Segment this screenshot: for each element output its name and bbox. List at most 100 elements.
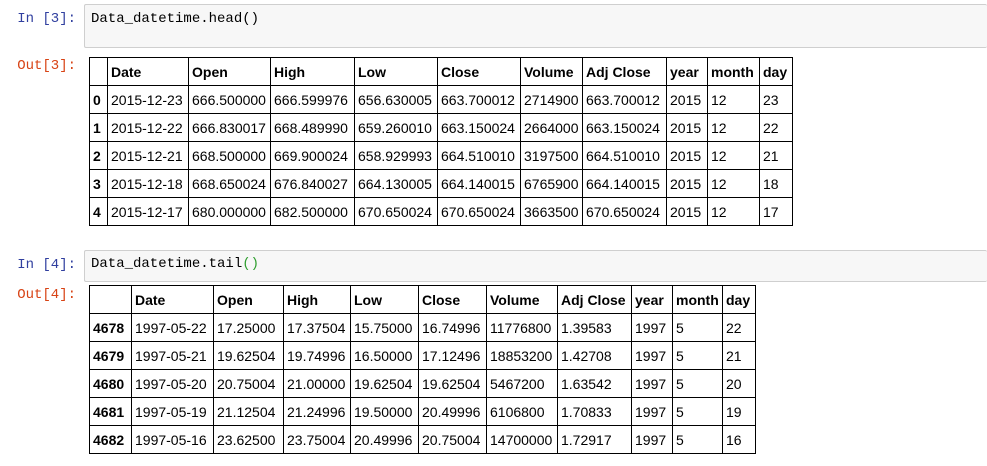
table-cell: 12	[707, 113, 760, 142]
table-cell: 670.650024	[437, 197, 521, 226]
table-row: 3 2015-12-18 668.650024 676.840027 664.1…	[89, 169, 793, 198]
column-header: High	[270, 57, 355, 86]
table-cell: 22	[722, 313, 756, 342]
table-cell: 18853200	[486, 341, 558, 370]
table-cell: 668.489990	[270, 113, 355, 142]
table-row: 4679 1997-05-21 19.62504 19.74996 16.500…	[89, 341, 756, 370]
table-cell: 16.74996	[418, 313, 487, 342]
code-object: Data_datetime	[91, 11, 201, 27]
table-cell: 23.62500	[213, 425, 284, 454]
row-index: 1	[89, 113, 108, 142]
table-cell: 1.39583	[557, 313, 632, 342]
table-cell: 21.24996	[283, 397, 351, 426]
table-cell: 15.75000	[350, 313, 419, 342]
table-row: 4681 1997-05-19 21.12504 21.24996 19.500…	[89, 397, 756, 426]
column-header: Volume	[520, 57, 583, 86]
column-header: Volume	[486, 285, 558, 314]
table-cell: 5	[672, 369, 723, 398]
table-cell: 1.42708	[557, 341, 632, 370]
table-cell: 14700000	[486, 425, 558, 454]
table-row: 4682 1997-05-16 23.62500 23.75004 20.499…	[89, 425, 756, 454]
table-cell: 676.840027	[270, 169, 355, 198]
table-cell: 664.140015	[582, 169, 667, 198]
table-cell: 668.650024	[188, 169, 271, 198]
table-cell: 16	[722, 425, 756, 454]
code-cell-3[interactable]: Data_datetime.head()	[84, 4, 987, 48]
table-cell: 19.50000	[350, 397, 419, 426]
row-index: 4678	[89, 313, 132, 342]
table-cell: 12	[707, 169, 760, 198]
table-cell: 19.74996	[283, 341, 351, 370]
table-cell: 3197500	[520, 141, 583, 170]
table-cell: 11776800	[486, 313, 558, 342]
table-cell: 670.650024	[354, 197, 438, 226]
output-prompt-3: Out[3]:	[17, 58, 76, 74]
column-header	[89, 285, 132, 314]
input-prompt-3: In [3]:	[17, 11, 76, 27]
table-cell: 663.150024	[437, 113, 521, 142]
column-header: Close	[418, 285, 487, 314]
table-cell: 680.000000	[188, 197, 271, 226]
table-cell: 21.00000	[283, 369, 351, 398]
table-cell: 1997-05-22	[131, 313, 214, 342]
table-cell: 664.510010	[437, 141, 521, 170]
table-cell: 20	[722, 369, 756, 398]
code-parens-highlighted: ()	[242, 256, 260, 272]
output-prompt-4: Out[4]:	[17, 287, 76, 303]
table-cell: 12	[707, 85, 760, 114]
table-cell: 20.75004	[418, 425, 487, 454]
table-cell: 664.510010	[582, 141, 667, 170]
table-cell: 2015-12-17	[107, 197, 189, 226]
table-cell: 2015	[666, 197, 708, 226]
code-object: Data_datetime	[91, 256, 201, 272]
table-cell: 19	[722, 397, 756, 426]
table-cell: 1997-05-20	[131, 369, 214, 398]
table-cell: 682.500000	[270, 197, 355, 226]
table-cell: 1997	[631, 313, 673, 342]
code-cell-4[interactable]: Data_datetime.tail()	[84, 250, 987, 282]
table-cell: 19.62504	[418, 369, 487, 398]
code-method: .head	[200, 11, 243, 27]
column-header	[89, 57, 108, 86]
column-header: Close	[437, 57, 521, 86]
table-cell: 2015-12-21	[107, 141, 189, 170]
table-cell: 663.700012	[582, 85, 667, 114]
column-header: Low	[354, 57, 438, 86]
table-cell: 2015	[666, 85, 708, 114]
table-cell: 666.599976	[270, 85, 355, 114]
table-cell: 2015-12-18	[107, 169, 189, 198]
column-header: Open	[188, 57, 271, 86]
table-cell: 23.75004	[283, 425, 351, 454]
table-row: 0 2015-12-23 666.500000 666.599976 656.6…	[89, 85, 793, 114]
table-cell: 5467200	[486, 369, 558, 398]
table-cell: 22	[759, 113, 793, 142]
table-cell: 5	[672, 425, 723, 454]
column-header: Date	[107, 57, 189, 86]
column-header: Open	[213, 285, 284, 314]
table-cell: 1997	[631, 397, 673, 426]
table-cell: 1997	[631, 341, 673, 370]
row-index: 0	[89, 85, 108, 114]
table-header-row: Date Open High Low Close Volume Adj Clos…	[89, 57, 793, 86]
table-row: 4680 1997-05-20 20.75004 21.00000 19.625…	[89, 369, 756, 398]
table-cell: 21.12504	[213, 397, 284, 426]
column-header: year	[666, 57, 708, 86]
table-cell: 1997-05-16	[131, 425, 214, 454]
table-cell: 19.62504	[350, 369, 419, 398]
table-cell: 2015	[666, 141, 708, 170]
dataframe-head-table: Date Open High Low Close Volume Adj Clos…	[89, 57, 793, 226]
table-cell: 669.900024	[270, 141, 355, 170]
table-cell: 23	[759, 85, 793, 114]
table-cell: 6765900	[520, 169, 583, 198]
row-index: 4682	[89, 425, 132, 454]
table-cell: 1997	[631, 425, 673, 454]
table-cell: 21	[759, 141, 793, 170]
column-header: Date	[131, 285, 214, 314]
table-cell: 2664000	[520, 113, 583, 142]
table-row: 4 2015-12-17 680.000000 682.500000 670.6…	[89, 197, 793, 226]
table-cell: 2015-12-23	[107, 85, 189, 114]
table-cell: 663.150024	[582, 113, 667, 142]
table-cell: 1997-05-21	[131, 341, 214, 370]
table-cell: 12	[707, 197, 760, 226]
code-method: .tail	[200, 256, 243, 272]
